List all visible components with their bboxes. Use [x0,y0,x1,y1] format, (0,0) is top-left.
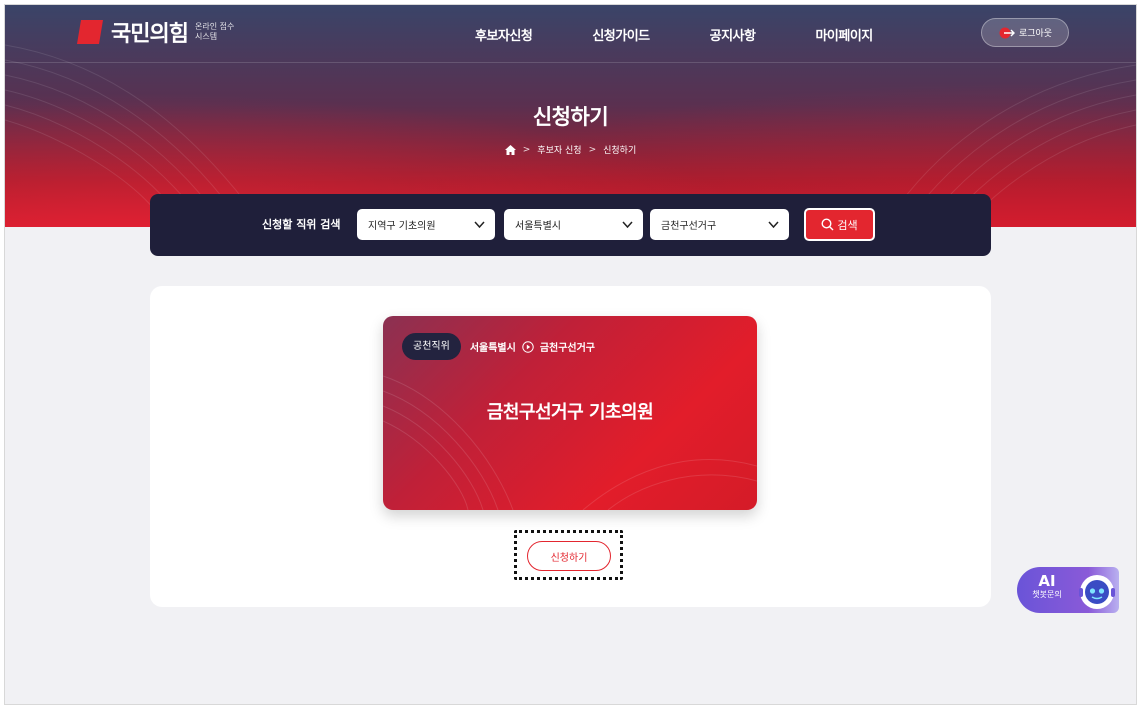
play-circle-icon [522,340,534,353]
card-header: 공천직위 서울특별시 금천구선거구 [402,333,595,360]
ai-chatbot-text: AI 챗봇문의 [1031,573,1063,601]
ai-chatbot-subtitle: 챗봇문의 [1032,590,1062,599]
logout-label: 로그아웃 [1018,29,1053,39]
ai-chatbot-title: AI [1038,572,1056,590]
position-search-bar: 신청할 직위 검색 지역구 기초의원 서울특별시 금천구선거구 검색 [150,194,991,256]
logout-button[interactable]: 로그아웃 [981,18,1069,47]
nav-candidate-apply[interactable]: 후보자신청 [475,25,533,44]
browser-viewport: 국민의힘 온라인 접수 시스템 후보자신청 신청가이드 공지사항 마이페이지 로… [4,4,1137,705]
breadcrumb-separator-icon: > [522,144,531,155]
apply-button[interactable]: 신청하기 [527,541,611,571]
nav-notices[interactable]: 공지사항 [710,25,756,44]
chevron-down-icon [768,221,779,229]
apply-highlight: 신청하기 [514,530,623,580]
nomination-badge: 공천직위 [402,333,461,360]
result-panel: 공천직위 서울특별시 금천구선거구 금천구선거구 기초의원 신청하기 [150,286,991,607]
breadcrumb-candidate-apply[interactable]: 후보자 신청 [537,143,581,156]
search-button-label: 검색 [837,218,858,232]
search-button[interactable]: 검색 [804,208,875,241]
city-select[interactable]: 서울특별시 [504,209,643,240]
nav-my-page[interactable]: 마이페이지 [815,25,873,44]
position-card: 공천직위 서울특별시 금천구선거구 금천구선거구 기초의원 [383,316,757,510]
breadcrumb: > 후보자 신청 > 신청하기 [5,143,1136,156]
chevron-down-icon [474,221,485,229]
breadcrumb-current: 신청하기 [603,146,637,156]
breadcrumb-separator-icon: > [588,144,597,155]
card-title: 금천구선거구 기초의원 [486,402,654,423]
ai-chatbot-button[interactable]: AI 챗봇문의 [1017,567,1119,613]
search-icon [821,218,834,231]
top-navigation-bar: 국민의힘 온라인 접수 시스템 후보자신청 신청가이드 공지사항 마이페이지 로… [5,5,1136,63]
card-city: 서울특별시 [469,343,516,354]
card-district: 금천구선거구 [539,343,596,354]
city-select-value: 서울특별시 [515,221,561,232]
chatbot-robot-icon [1079,575,1115,609]
chevron-down-icon [622,221,633,229]
page-title: 신청하기 [532,105,609,129]
main-nav: 후보자신청 신청가이드 공지사항 마이페이지 [475,25,933,44]
position-select-value: 지역구 기초의원 [368,221,436,232]
nav-apply-guide[interactable]: 신청가이드 [592,25,650,44]
logout-icon [999,27,1015,38]
district-select[interactable]: 금천구선거구 [650,209,789,240]
party-logo-icon [77,20,103,44]
district-select-value: 금천구선거구 [661,221,717,232]
logo-text: 국민의힘 [111,22,189,47]
search-label: 신청할 직위 검색 [262,218,341,231]
site-logo[interactable]: 국민의힘 온라인 접수 시스템 [75,16,235,48]
logo-subtitle: 온라인 접수 시스템 [194,22,235,41]
home-icon[interactable] [504,144,516,155]
position-select[interactable]: 지역구 기초의원 [357,209,495,240]
